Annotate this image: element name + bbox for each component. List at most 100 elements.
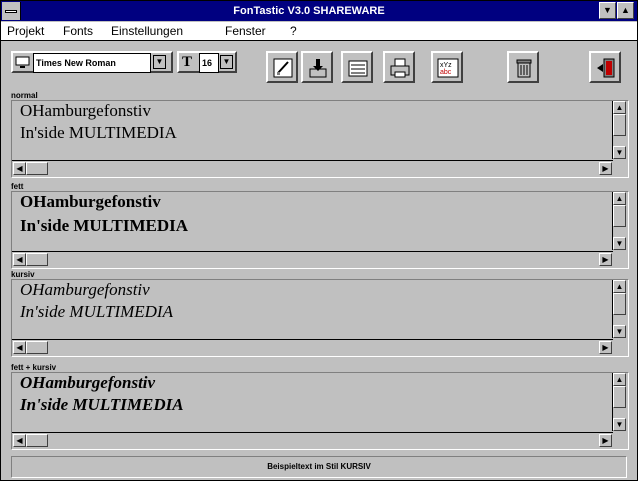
scroll-thumb[interactable]: [613, 114, 626, 136]
window-title: FonTastic V3.0 SHAREWARE: [233, 5, 385, 17]
sample-line-1: OHamburgefonstiv: [20, 192, 161, 211]
sample-line-2: In'side MULTIMEDIA: [20, 216, 188, 235]
minimize-button[interactable]: ▼: [599, 2, 616, 19]
scroll-up-button[interactable]: ▲: [613, 101, 626, 114]
scroll-right-button[interactable]: ▶: [599, 341, 612, 354]
preview-panel-kursiv: OHamburgefonstiv In'side MULTIMEDIA ▲ ▼ …: [11, 279, 629, 357]
maximize-button[interactable]: ▲: [617, 2, 634, 19]
arrow-right-icon: ▶: [602, 436, 609, 445]
sample-line-1: OHamburgefonstiv: [20, 101, 151, 120]
scroll-corner: [613, 339, 628, 356]
horizontal-scrollbar[interactable]: ◀ ▶: [12, 432, 613, 449]
sample-line-1: OHamburgefonstiv: [20, 280, 150, 299]
horizontal-scrollbar[interactable]: ◀ ▶: [12, 339, 613, 356]
scroll-left-button[interactable]: ◀: [13, 253, 26, 266]
vertical-scrollbar[interactable]: ▲ ▼: [612, 280, 628, 338]
edit-button[interactable]: [266, 51, 298, 83]
menu-bar: Projekt Fonts Einstellungen Fenster ?: [1, 22, 637, 41]
scroll-up-button[interactable]: ▲: [613, 192, 626, 205]
panel-label-kursiv: kursiv: [11, 270, 35, 279]
size-selector: T 16 ▼: [177, 51, 237, 73]
print-button[interactable]: [383, 51, 415, 83]
font-list-button[interactable]: [341, 51, 373, 83]
menu-help[interactable]: ?: [290, 24, 297, 38]
exit-door-icon: [597, 58, 615, 78]
arrow-up-icon: ▲: [615, 194, 624, 203]
scroll-thumb[interactable]: [26, 162, 48, 175]
horizontal-scrollbar[interactable]: ◀ ▶: [12, 251, 613, 268]
list-icon: [348, 60, 368, 77]
vertical-scrollbar[interactable]: ▲ ▼: [612, 373, 628, 431]
scroll-left-button[interactable]: ◀: [13, 341, 26, 354]
scroll-thumb[interactable]: [26, 253, 48, 266]
menu-fonts[interactable]: Fonts: [63, 24, 93, 38]
scroll-thumb[interactable]: [26, 434, 48, 447]
screen-font-icon: [15, 56, 30, 68]
arrow-right-icon: ▶: [602, 343, 609, 352]
panel-label-fett: fett: [11, 182, 24, 191]
scroll-corner: [613, 160, 628, 177]
scroll-down-button[interactable]: ▼: [613, 237, 626, 250]
title-bar[interactable]: FonTastic V3.0 SHAREWARE ▼ ▲: [1, 1, 637, 21]
scroll-left-button[interactable]: ◀: [13, 162, 26, 175]
scroll-corner: [613, 251, 628, 268]
scroll-down-button[interactable]: ▼: [613, 146, 626, 159]
arrow-down-icon: ▼: [615, 327, 624, 336]
system-menu-button[interactable]: [2, 2, 21, 20]
scroll-right-button[interactable]: ▶: [599, 162, 612, 175]
svg-text:xYz: xYz: [440, 62, 452, 69]
system-menu-icon: [5, 10, 17, 13]
scroll-down-button[interactable]: ▼: [613, 418, 626, 431]
sample-line-1: OHamburgefonstiv: [20, 373, 156, 392]
scroll-right-button[interactable]: ▶: [599, 434, 612, 447]
character-map-button[interactable]: xYz abc: [431, 51, 463, 83]
scroll-left-button[interactable]: ◀: [13, 434, 26, 447]
edit-icon: [273, 58, 293, 78]
horizontal-scrollbar[interactable]: ◀ ▶: [12, 160, 613, 177]
preview-panel-fett: OHamburgefonstiv In'side MULTIMEDIA ▲ ▼ …: [11, 191, 629, 269]
arrow-right-icon: ▶: [602, 255, 609, 264]
arrow-up-icon: ▲: [615, 282, 624, 291]
print-icon: [390, 58, 410, 78]
menu-einstellungen[interactable]: Einstellungen: [111, 24, 183, 38]
maximize-icon: ▲: [621, 5, 630, 15]
app-window: FonTastic V3.0 SHAREWARE ▼ ▲ Projekt Fon…: [0, 0, 638, 481]
arrow-left-icon: ◀: [16, 436, 23, 445]
arrow-left-icon: ◀: [16, 343, 23, 352]
svg-text:abc: abc: [440, 69, 452, 76]
vertical-scrollbar[interactable]: ▲ ▼: [612, 192, 628, 250]
arrow-up-icon: ▲: [615, 375, 624, 384]
vertical-scrollbar[interactable]: ▲ ▼: [612, 101, 628, 159]
sample-line-2: In'side MULTIMEDIA: [20, 395, 184, 414]
scroll-thumb[interactable]: [613, 386, 626, 408]
scroll-up-button[interactable]: ▲: [613, 373, 626, 386]
size-dropdown-button[interactable]: ▼: [220, 55, 233, 69]
font-size-combo[interactable]: 16: [199, 53, 219, 73]
scroll-right-button[interactable]: ▶: [599, 253, 612, 266]
scroll-thumb[interactable]: [613, 205, 626, 227]
panel-label-normal: normal: [11, 91, 38, 100]
character-map-icon: xYzabc: [437, 58, 459, 78]
preview-panel-normal: OHamburgefonstiv In'side MULTIMEDIA ▲ ▼ …: [11, 100, 629, 178]
install-font-button[interactable]: [301, 51, 333, 83]
install-font-icon: [309, 59, 327, 78]
scroll-thumb[interactable]: [613, 293, 626, 315]
delete-button[interactable]: [507, 51, 539, 83]
menu-fenster[interactable]: Fenster: [225, 24, 266, 38]
scroll-thumb[interactable]: [26, 341, 48, 354]
trash-icon: [516, 59, 532, 78]
exit-button[interactable]: [589, 51, 621, 83]
menu-projekt[interactable]: Projekt: [7, 24, 44, 38]
scroll-down-button[interactable]: ▼: [613, 325, 626, 338]
arrow-right-icon: ▶: [602, 164, 609, 173]
scroll-up-button[interactable]: ▲: [613, 280, 626, 293]
arrow-left-icon: ◀: [16, 255, 23, 264]
panel-label-fett-kursiv: fett + kursiv: [11, 363, 57, 372]
arrow-up-icon: ▲: [615, 103, 624, 112]
minimize-icon: ▼: [603, 5, 612, 15]
status-bar: Beispieltext im Stil KURSIV: [11, 456, 627, 478]
dropdown-arrow-icon: ▼: [222, 57, 231, 66]
font-name-combo[interactable]: Times New Roman: [33, 53, 151, 73]
font-dropdown-button[interactable]: ▼: [153, 55, 166, 69]
arrow-down-icon: ▼: [615, 239, 624, 248]
